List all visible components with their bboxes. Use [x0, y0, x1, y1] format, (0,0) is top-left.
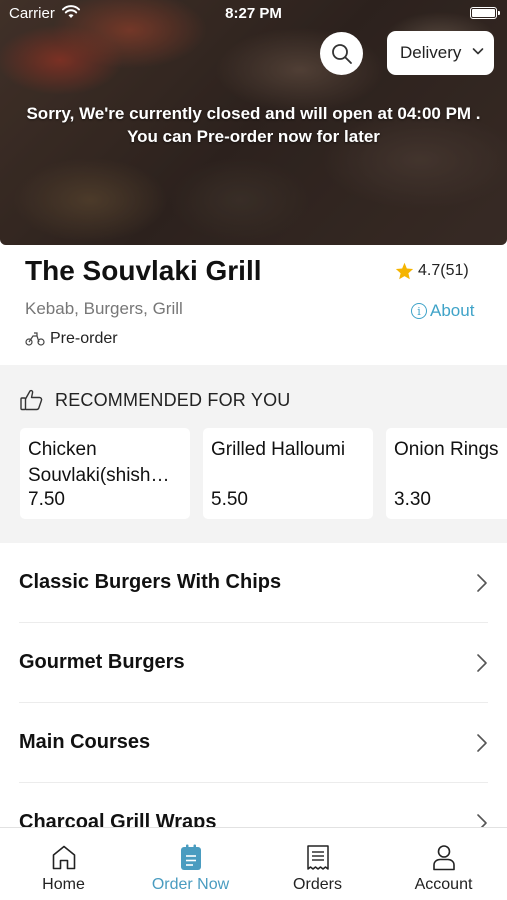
delivery-mode-label: Delivery	[400, 43, 462, 62]
recommended-item-card[interactable]: Onion Rings 3.30	[386, 428, 507, 519]
recommended-item-name: Chicken Souvlaki(shish kebab)	[28, 439, 151, 486]
chevron-right-icon	[477, 574, 487, 592]
star-icon	[395, 262, 414, 280]
recommended-item-card[interactable]: Chicken Souvlaki(shish kebab) 7.50	[20, 428, 190, 519]
closed-notice-line1: Sorry, We're currently closed and will o…	[26, 104, 481, 123]
tab-orders[interactable]: Orders	[254, 828, 381, 900]
app-screen: Carrier 8:27 PM Delivery Sorry, We're cu…	[0, 0, 507, 900]
about-label: About	[430, 301, 475, 320]
tab-order-now-label: Order Now	[151, 876, 230, 893]
clock: 8:27 PM	[225, 5, 282, 22]
recommended-title: RECOMMENDED FOR YOU	[55, 389, 291, 410]
tab-home-label: Home	[42, 876, 85, 893]
tab-orders-label: Orders	[293, 876, 342, 893]
order-icon	[180, 844, 201, 870]
category-row[interactable]: Classic Burgers With Chips	[19, 543, 488, 623]
recommended-section: RECOMMENDED FOR YOU Chicken Souvlaki(shi…	[0, 365, 507, 543]
closed-notice-line2: You can Pre-order now for later	[127, 127, 380, 146]
status-bar: Carrier 8:27 PM	[0, 0, 507, 28]
rating-value: 4.7(51)	[418, 262, 469, 279]
preorder-label: Pre-order	[50, 330, 118, 347]
info-icon: i	[411, 303, 427, 319]
category-row[interactable]: Gourmet Burgers	[19, 623, 488, 703]
recommended-header: RECOMMENDED FOR YOU	[20, 389, 290, 411]
cuisine-tags: Kebab, Burgers, Grill	[25, 299, 183, 318]
recommended-item-name: Onion Rings	[394, 439, 499, 460]
chevron-right-icon	[477, 734, 487, 752]
category-row[interactable]: Main Courses	[19, 703, 488, 783]
bottom-tab-bar: Home Order Now Orders Account	[0, 827, 507, 900]
recommended-item-price: 5.50	[211, 489, 248, 510]
chevron-down-icon	[472, 48, 484, 55]
recommended-item-price: 7.50	[28, 489, 65, 510]
delivery-mode-dropdown[interactable]: Delivery	[387, 31, 494, 75]
battery-icon	[470, 7, 500, 19]
chevron-right-icon	[477, 654, 487, 672]
tab-account[interactable]: Account	[380, 828, 507, 900]
recommended-item-name: Grilled Halloumi	[211, 439, 346, 460]
search-icon	[331, 43, 352, 64]
tab-order-now[interactable]: Order Now	[127, 828, 254, 900]
recommended-item-price: 3.30	[394, 489, 431, 510]
closed-notice: Sorry, We're currently closed and will o…	[0, 102, 507, 148]
restaurant-info: The Souvlaki Grill 4.7(51) Kebab, Burger…	[0, 245, 507, 365]
thumbs-up-icon	[20, 389, 43, 411]
person-icon	[432, 845, 455, 871]
restaurant-name: The Souvlaki Grill	[25, 255, 262, 286]
about-link[interactable]: i About	[411, 301, 474, 321]
rating: 4.7(51)	[395, 262, 469, 280]
receipt-icon	[306, 845, 329, 870]
category-label: Classic Burgers With Chips	[19, 571, 282, 593]
tab-home[interactable]: Home	[0, 828, 127, 900]
search-button[interactable]	[320, 32, 363, 75]
recommended-item-card[interactable]: Grilled Halloumi 5.50	[203, 428, 373, 519]
scooter-icon	[25, 332, 45, 346]
category-list: Classic Burgers With Chips Gourmet Burge…	[0, 543, 507, 863]
category-label: Gourmet Burgers	[19, 651, 185, 673]
preorder-indicator: Pre-order	[25, 330, 118, 348]
category-label: Main Courses	[19, 731, 151, 753]
home-icon	[52, 845, 75, 870]
tab-account-label: Account	[414, 876, 473, 893]
